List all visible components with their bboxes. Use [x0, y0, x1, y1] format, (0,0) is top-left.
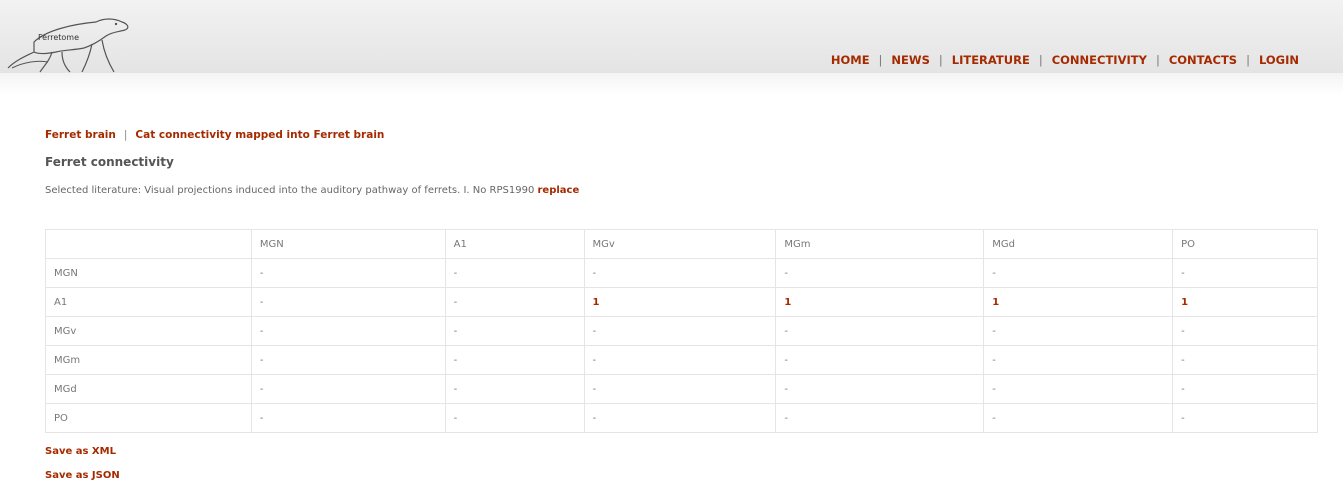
connection-cell[interactable]: 1 — [983, 287, 1174, 317]
nav-connectivity[interactable]: CONNECTIVITY — [1052, 53, 1147, 67]
literature-text: Selected literature: Visual projections … — [45, 185, 535, 196]
empty-cell: - — [444, 258, 585, 288]
empty-cell: - — [250, 258, 446, 288]
table-row: PO - - - - - - — [45, 403, 1318, 433]
column-header: PO — [1172, 229, 1318, 259]
column-header: MGv — [583, 229, 777, 259]
empty-cell: - — [250, 287, 446, 317]
nav-separator: | — [938, 53, 943, 67]
row-header: A1 — [45, 287, 252, 317]
nav-separator: | — [1038, 53, 1043, 67]
subnav-cat-connectivity[interactable]: Cat connectivity mapped into Ferret brai… — [135, 129, 384, 141]
empty-cell: - — [983, 258, 1174, 288]
connectivity-table: MGN A1 MGv MGm MGd PO MGN - - - - - - A1- -1 1 1 1 MGv - - - -… — [45, 229, 1318, 433]
empty-cell: - — [1172, 403, 1318, 433]
row-header: PO — [45, 403, 252, 433]
column-header: A1 — [444, 229, 585, 259]
empty-cell: - — [983, 345, 1174, 375]
table-row: A1- -1 1 1 1 — [45, 287, 1318, 317]
table-row: MGm - - - - - - — [45, 345, 1318, 375]
empty-cell: - — [444, 287, 585, 317]
column-header: MGd — [983, 229, 1174, 259]
connection-cell[interactable]: 1 — [775, 287, 985, 317]
empty-cell: - — [250, 374, 446, 404]
nav-literature[interactable]: LITERATURE — [952, 53, 1030, 67]
empty-cell: - — [583, 374, 777, 404]
empty-cell: - — [1172, 345, 1318, 375]
empty-cell: - — [983, 316, 1174, 346]
table-row: MGN - - - - - - — [45, 258, 1318, 288]
table-corner-cell — [45, 229, 252, 259]
connection-cell[interactable]: 1 — [1172, 287, 1318, 317]
table-row: MGd - - - - - - — [45, 374, 1318, 404]
empty-cell: - — [775, 316, 985, 346]
nav-contacts[interactable]: CONTACTS — [1169, 53, 1237, 67]
empty-cell: - — [250, 316, 446, 346]
nav-separator: | — [878, 53, 883, 67]
replace-link[interactable]: replace — [538, 185, 580, 196]
empty-cell: - — [583, 403, 777, 433]
empty-cell: - — [1172, 316, 1318, 346]
empty-cell: - — [775, 374, 985, 404]
empty-cell: - — [444, 374, 585, 404]
empty-cell: - — [1172, 374, 1318, 404]
header-bar: Ferretome HOME | NEWS | LITERATURE | CONNECTIV… — [0, 0, 1343, 73]
row-header: MGm — [45, 345, 252, 375]
connection-cell[interactable]: 1 — [583, 287, 777, 317]
row-header: MGv — [45, 316, 252, 346]
row-header: MGN — [45, 258, 252, 288]
column-header: MGm — [775, 229, 985, 259]
empty-cell: - — [250, 345, 446, 375]
save-as-json-link[interactable]: Save as JSON — [45, 470, 120, 481]
empty-cell: - — [250, 403, 446, 433]
empty-cell: - — [444, 345, 585, 375]
empty-cell: - — [444, 316, 585, 346]
empty-cell: - — [583, 345, 777, 375]
subnav-ferret-brain[interactable]: Ferret brain — [45, 129, 116, 141]
page-title: Ferret connectivity — [45, 155, 174, 169]
empty-cell: - — [444, 403, 585, 433]
nav-home[interactable]: HOME — [831, 53, 870, 67]
sub-nav: Ferret brain | Cat connectivity mapped int… — [45, 129, 384, 141]
main-nav: HOME | NEWS | LITERATURE | CONNECTIVITY | CONTAC… — [831, 53, 1299, 67]
selected-literature: Selected literature: Visual projections … — [45, 185, 579, 196]
empty-cell: - — [983, 403, 1174, 433]
empty-cell: - — [1172, 258, 1318, 288]
nav-news[interactable]: NEWS — [891, 53, 929, 67]
save-as-xml-link[interactable]: Save as XML — [45, 446, 116, 457]
empty-cell: - — [583, 258, 777, 288]
empty-cell: - — [583, 316, 777, 346]
logo-text: Ferretome — [38, 33, 80, 42]
table-header-row: MGN A1 MGv MGm MGd PO — [45, 229, 1318, 259]
ferret-logo-icon[interactable] — [4, 12, 134, 74]
empty-cell: - — [775, 258, 985, 288]
header-fade — [0, 73, 1343, 95]
nav-login[interactable]: LOGIN — [1259, 53, 1299, 67]
empty-cell: - — [775, 345, 985, 375]
empty-cell: - — [775, 403, 985, 433]
column-header: MGN — [250, 229, 446, 259]
table-row: MGv - - - - - - — [45, 316, 1318, 346]
subnav-separator: | — [123, 129, 128, 141]
nav-separator: | — [1246, 53, 1250, 67]
nav-separator: | — [1155, 53, 1160, 67]
empty-cell: - — [983, 374, 1174, 404]
row-header: MGd — [45, 374, 252, 404]
